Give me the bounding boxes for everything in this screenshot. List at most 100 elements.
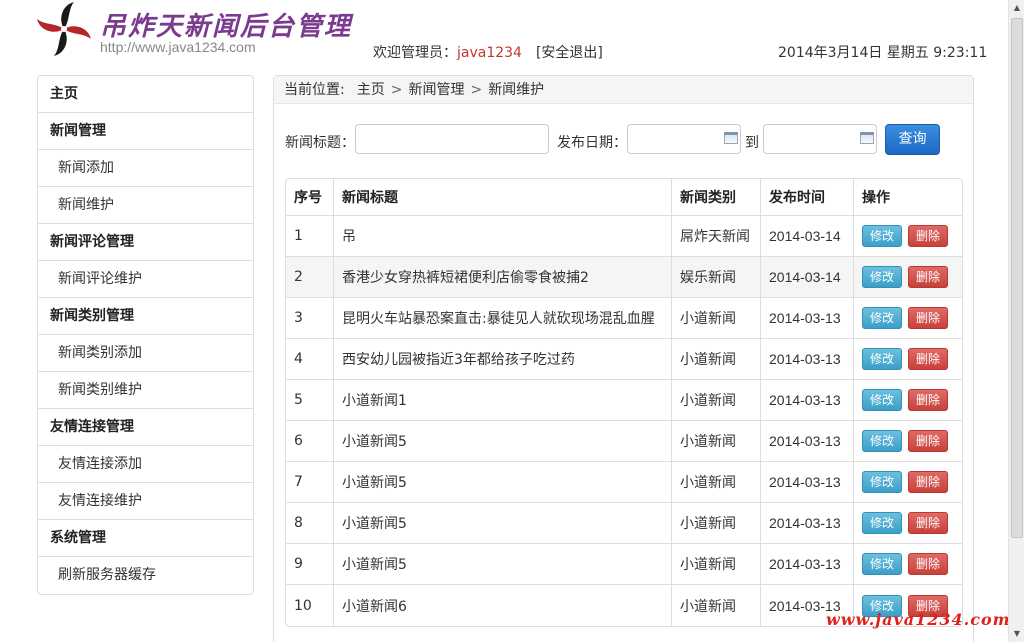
- sidebar-item[interactable]: 友情连接添加: [38, 446, 253, 483]
- table-row: 5 小道新闻1 小道新闻 2014-03-13 修改 删除: [286, 380, 962, 421]
- cell-category: 小道新闻: [672, 585, 761, 626]
- table-row: 1 吊屌炸天新闻 2014-03-14 修改 删除: [286, 216, 962, 257]
- sidebar-item[interactable]: 刷新服务器缓存: [38, 557, 253, 594]
- cell-category: 小道新闻: [672, 462, 761, 503]
- cell-title: 小道新闻5: [334, 503, 672, 544]
- cell-date: 2014-03-13: [761, 503, 854, 544]
- edit-button[interactable]: 修改: [862, 553, 902, 575]
- cell-date: 2014-03-13: [761, 421, 854, 462]
- to-label: 到: [745, 135, 759, 151]
- cell-date: 2014-03-13: [761, 339, 854, 380]
- cell-actions: 修改 删除: [854, 216, 962, 257]
- sidebar-item[interactable]: 新闻维护: [38, 187, 253, 224]
- sidebar-item[interactable]: 新闻评论管理: [38, 224, 253, 261]
- logout-link[interactable]: [安全退出]: [536, 45, 603, 61]
- cell-date: 2014-03-13: [761, 462, 854, 503]
- table-row: 9 小道新闻5 小道新闻 2014-03-13 修改 删除: [286, 544, 962, 585]
- cell-no: 9: [286, 544, 334, 585]
- cell-title: 小道新闻5: [334, 421, 672, 462]
- sidebar-item[interactable]: 新闻类别添加: [38, 335, 253, 372]
- breadcrumb-item-news[interactable]: 新闻管理: [408, 82, 464, 98]
- welcome-bar: 欢迎管理员：java1234 [安全退出]: [373, 42, 603, 62]
- sidebar-item[interactable]: 新闻添加: [38, 150, 253, 187]
- scroll-down-arrow-icon[interactable]: ▼: [1009, 626, 1024, 642]
- cell-date: 2014-03-14: [761, 216, 854, 257]
- cell-title: 西安幼儿园被指近3年都给孩子吃过药: [334, 339, 672, 380]
- cell-no: 5: [286, 380, 334, 421]
- cell-title: 小道新闻5: [334, 544, 672, 585]
- vertical-scrollbar[interactable]: ▲ ▼: [1008, 0, 1024, 642]
- delete-button[interactable]: 删除: [908, 471, 948, 493]
- cell-title: 小道新闻6: [334, 585, 672, 626]
- search-form: 新闻标题： 发布日期： 到 查询: [274, 122, 974, 156]
- cell-actions: 修改 删除: [854, 380, 962, 421]
- calendar-icon[interactable]: [724, 132, 738, 144]
- table-row: 7 小道新闻5 小道新闻 2014-03-13 修改 删除: [286, 462, 962, 503]
- cell-category: 娱乐新闻: [672, 257, 761, 298]
- delete-button[interactable]: 删除: [908, 512, 948, 534]
- col-header-date: 发布时间: [761, 179, 854, 216]
- table-row: 6 小道新闻5 小道新闻 2014-03-13 修改 删除: [286, 421, 962, 462]
- sidebar-item[interactable]: 主页: [38, 76, 253, 113]
- cell-no: 6: [286, 421, 334, 462]
- sidebar-item[interactable]: 新闻类别维护: [38, 372, 253, 409]
- col-header-title: 新闻标题: [334, 179, 672, 216]
- calendar-icon[interactable]: [860, 132, 874, 144]
- cell-no: 3: [286, 298, 334, 339]
- cell-no: 7: [286, 462, 334, 503]
- header: 吊炸天新闻后台管理 http://www.java1234.com 欢迎管理员：…: [0, 0, 1008, 70]
- sidebar-item[interactable]: 友情连接管理: [38, 409, 253, 446]
- cell-category: 小道新闻: [672, 380, 761, 421]
- delete-button[interactable]: 删除: [908, 225, 948, 247]
- title-input[interactable]: [355, 124, 549, 154]
- sidebar-item[interactable]: 新闻管理: [38, 113, 253, 150]
- welcome-prefix: 欢迎管理员：: [373, 45, 457, 61]
- cell-title: 小道新闻1: [334, 380, 672, 421]
- delete-button[interactable]: 删除: [908, 389, 948, 411]
- query-button[interactable]: 查询: [885, 124, 940, 155]
- cell-actions: 修改 删除: [854, 298, 962, 339]
- edit-button[interactable]: 修改: [862, 225, 902, 247]
- cell-date: 2014-03-13: [761, 380, 854, 421]
- edit-button[interactable]: 修改: [862, 430, 902, 452]
- cell-actions: 修改 删除: [854, 544, 962, 585]
- cell-actions: 修改 删除: [854, 421, 962, 462]
- cell-category: 小道新闻: [672, 298, 761, 339]
- table-header-row: 序号 新闻标题 新闻类别 发布时间 操作: [286, 179, 962, 216]
- datetime: 2014年3月14日 星期五 9:23:11: [778, 45, 988, 61]
- breadcrumb-item-home[interactable]: 主页: [357, 82, 385, 98]
- cell-title: 香港少女穿热裤短裙便利店偷零食被捕2: [334, 257, 672, 298]
- cell-no: 10: [286, 585, 334, 626]
- delete-button[interactable]: 删除: [908, 430, 948, 452]
- scrollbar-thumb[interactable]: [1011, 18, 1023, 538]
- sidebar-item[interactable]: 新闻类别管理: [38, 298, 253, 335]
- username: java1234: [457, 45, 522, 61]
- scroll-up-arrow-icon[interactable]: ▲: [1009, 0, 1024, 16]
- edit-button[interactable]: 修改: [862, 348, 902, 370]
- sidebar-item[interactable]: 新闻评论维护: [38, 261, 253, 298]
- sidebar-item[interactable]: 系统管理: [38, 520, 253, 557]
- edit-button[interactable]: 修改: [862, 266, 902, 288]
- delete-button[interactable]: 删除: [908, 307, 948, 329]
- sidebar-item[interactable]: 友情连接维护: [38, 483, 253, 520]
- news-table: 序号 新闻标题 新闻类别 发布时间 操作 1 吊屌炸天新闻 2014-03-14 修改…: [285, 178, 963, 627]
- delete-button[interactable]: 删除: [908, 266, 948, 288]
- cell-actions: 修改 删除: [854, 462, 962, 503]
- cell-date: 2014-03-14: [761, 257, 854, 298]
- edit-button[interactable]: 修改: [862, 471, 902, 493]
- edit-button[interactable]: 修改: [862, 389, 902, 411]
- breadcrumb-prefix: 当前位置:: [284, 82, 345, 98]
- edit-button[interactable]: 修改: [862, 307, 902, 329]
- cell-no: 1: [286, 216, 334, 257]
- table-row: 8 小道新闻5 小道新闻 2014-03-13 修改 删除: [286, 503, 962, 544]
- breadcrumb-item-current: 新闻维护: [488, 82, 545, 98]
- table-row: 2 香港少女穿热裤短裙便利店偷零食被捕2 娱乐新闻 2014-03-14 修改 删除: [286, 257, 962, 298]
- col-header-category: 新闻类别: [672, 179, 761, 216]
- edit-button[interactable]: 修改: [862, 512, 902, 534]
- cell-no: 8: [286, 503, 334, 544]
- table-row: 3 昆明火车站暴恐案直击:暴徒见人就砍现场混乱血腥 小道新闻 2014-03-13 修改…: [286, 298, 962, 339]
- cell-actions: 修改 删除: [854, 503, 962, 544]
- col-header-no: 序号: [286, 179, 334, 216]
- delete-button[interactable]: 删除: [908, 348, 948, 370]
- delete-button[interactable]: 删除: [908, 553, 948, 575]
